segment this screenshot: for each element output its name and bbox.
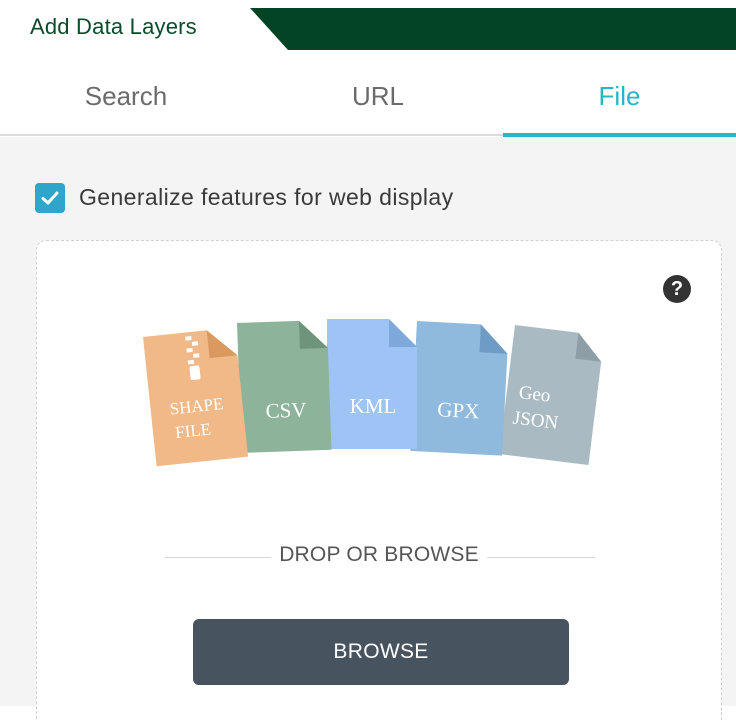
drop-or-browse-text: DROP OR BROWSE [279,543,479,566]
generalize-label[interactable]: Generalize features for web display [79,184,454,211]
file-type-label-shape-2: FILE [174,419,212,442]
panel-header: Add Data Layers [0,0,736,56]
drop-divider-left [165,557,271,558]
geojson-file-icon: Geo JSON [499,325,602,465]
generalize-checkbox[interactable] [35,183,65,213]
tab-url[interactable]: URL [252,56,504,136]
header-title: Add Data Layers [30,14,197,39]
gpx-file-icon: GPX [410,321,508,456]
file-dropzone[interactable]: ? Geo JSON GPX KML CSV SHAPE FILE DROP O… [36,240,722,720]
tab-bar: Search URL File [0,56,736,136]
browse-button[interactable]: BROWSE [193,619,569,685]
question-circle-icon[interactable]: ? [663,275,691,303]
shapefile-file-icon: SHAPE FILE [143,330,249,467]
tab-file[interactable]: File [503,56,736,136]
file-type-label-geojson-1: Geo [518,382,552,407]
checkmark-icon [41,191,59,205]
file-type-illustration: Geo JSON GPX KML CSV SHAPE FILE [143,319,602,467]
file-panel: Generalize features for web display ? Ge… [0,137,736,720]
file-type-label-kml: KML [350,394,397,418]
file-type-label-csv: CSV [265,398,307,423]
header-green-band [250,8,736,50]
drop-divider-right [487,557,595,558]
kml-file-icon: KML [327,319,417,449]
csv-file-icon: CSV [237,320,332,453]
file-type-label-gpx: GPX [437,397,480,423]
tab-search[interactable]: Search [0,56,252,136]
